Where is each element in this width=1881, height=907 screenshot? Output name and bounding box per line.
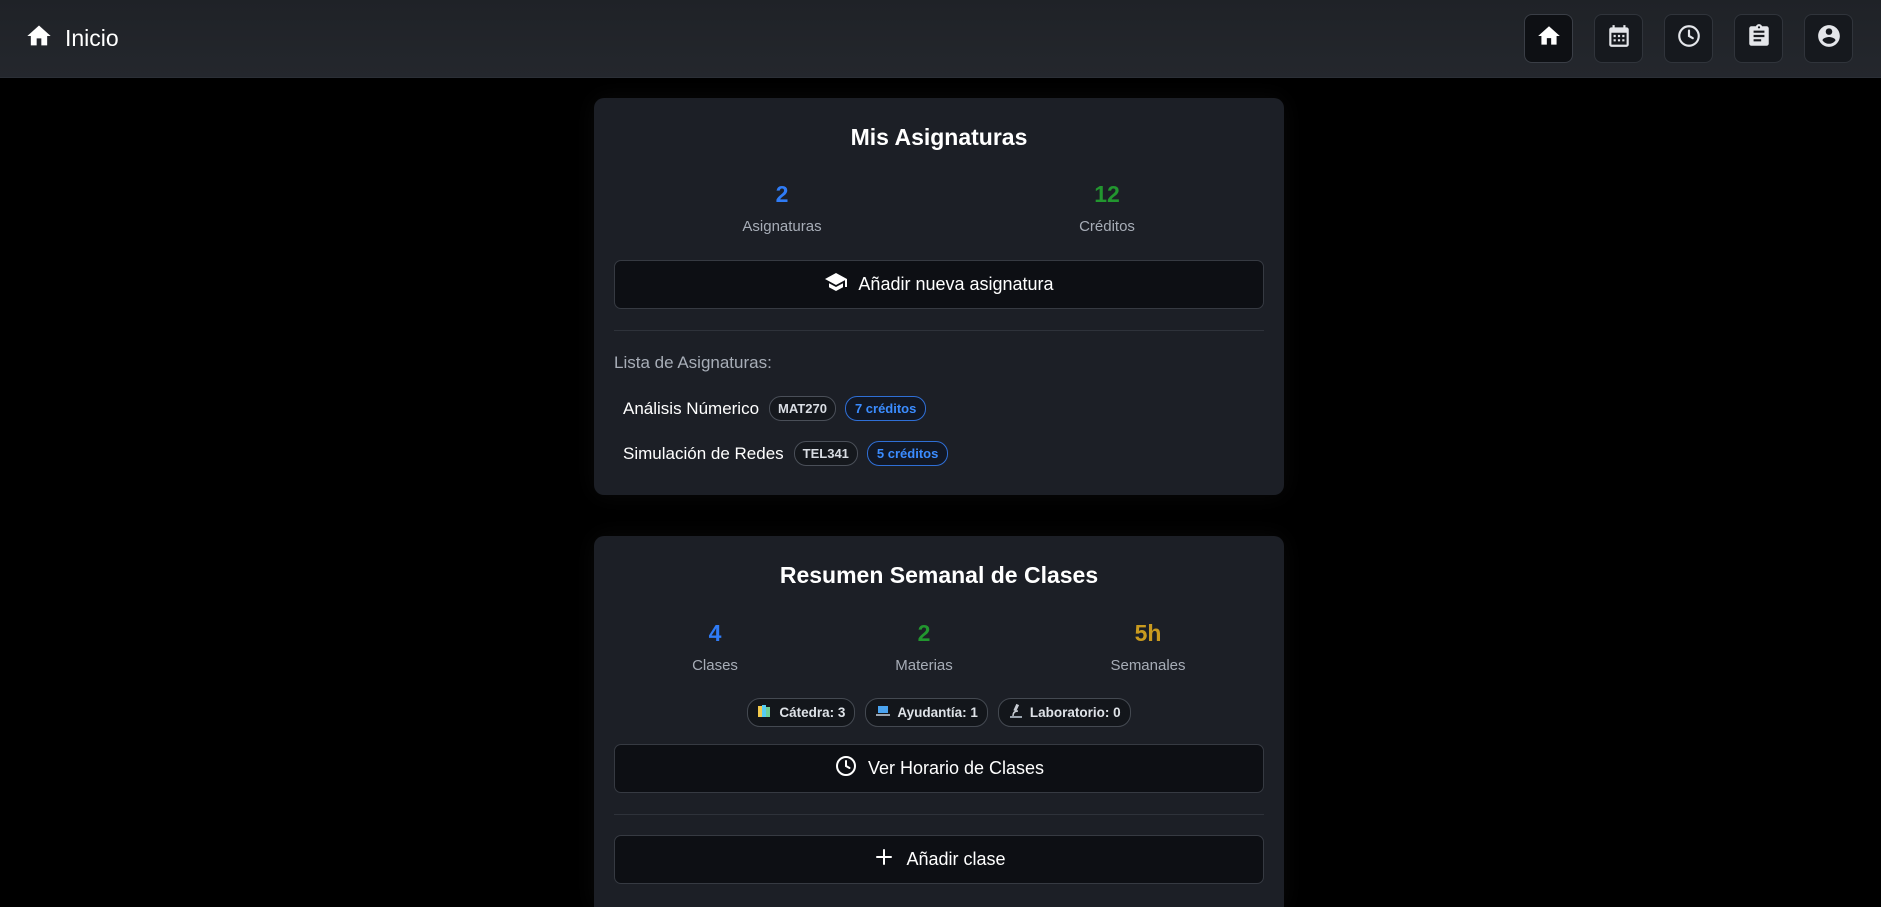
clipboard-icon [1746,23,1772,54]
view-schedule-label: Ver Horario de Clases [867,758,1045,778]
nav-home-button[interactable] [1524,14,1573,63]
stat-subjects: 2 Materias [824,620,1024,674]
weekly-summary-card: Resumen Semanal de Clases 4 Clases 2 Mat… [594,536,1284,907]
stat-value: 4 [708,620,722,646]
list-item[interactable]: Simulación de Redes TEL341 5 créditos [623,441,949,466]
stat-label: Semanales [1110,657,1186,674]
calendar-icon [1606,23,1632,54]
nav-tasks-button[interactable] [1734,14,1783,63]
stat-value: 5h [1134,620,1162,646]
nav-calendar-button[interactable] [1594,14,1643,63]
account-icon [1816,23,1842,54]
clock-icon [834,754,868,783]
credits-badge: 5 créditos [866,441,949,466]
stat-credits: 12 Créditos [1007,181,1207,235]
subject-name: Simulación de Redes [623,443,784,463]
chip-lectures: Cátedra: 3 [747,698,856,727]
plus-icon [872,845,906,874]
nav-schedule-button[interactable] [1664,14,1713,63]
stat-hours: 5h Semanales [1048,620,1248,674]
stat-classes: 4 Clases [615,620,815,674]
divider [614,330,1264,331]
stat-label: Clases [692,657,738,674]
laptop-icon [875,703,897,722]
chip-label: Cátedra: 3 [779,705,846,720]
home-icon [25,22,53,55]
class-type-chips: Cátedra: 3 Ayudantía: 1 Laboratorio: 0 [594,698,1284,727]
stat-value: 2 [775,181,789,207]
nav-profile-button[interactable] [1804,14,1853,63]
subject-code-badge: TEL341 [793,441,858,466]
subjects-card-title: Mis Asignaturas [850,124,1028,150]
top-bar: Inicio [0,0,1881,78]
add-subject-button[interactable]: Añadir nueva asignatura [614,260,1264,309]
graduation-cap-icon [824,270,858,299]
subjects-card: Mis Asignaturas 2 Asignaturas 12 Crédito… [594,98,1284,495]
add-class-button[interactable]: Añadir clase [614,835,1264,884]
divider [614,814,1264,815]
stat-label: Materias [895,657,953,674]
stat-label: Créditos [1079,218,1135,235]
list-item[interactable]: Análisis Númerico MAT270 7 créditos [623,396,927,421]
chip-label: Ayudantía: 1 [897,705,978,720]
microscope-icon [1008,703,1030,722]
page-title: Inicio [65,25,119,51]
books-icon [757,703,779,722]
stat-label: Asignaturas [742,218,822,235]
stat-value: 12 [1094,181,1120,207]
chip-label: Laboratorio: 0 [1029,705,1121,720]
credits-badge: 7 créditos [844,396,927,421]
subject-code-badge: MAT270 [769,396,836,421]
chip-tutorials: Ayudantía: 1 [865,698,988,727]
home-icon [1536,23,1562,54]
stat-subjects: 2 Asignaturas [682,181,882,235]
clock-icon [1676,23,1702,54]
chip-labs: Laboratorio: 0 [997,698,1131,727]
subject-name: Análisis Númerico [623,398,760,418]
weekly-card-title: Resumen Semanal de Clases [779,562,1099,588]
view-schedule-button[interactable]: Ver Horario de Clases [614,744,1264,793]
subjects-list-title: Lista de Asignaturas: [614,353,772,372]
stat-value: 2 [917,620,931,646]
add-subject-label: Añadir nueva asignatura [858,274,1054,294]
add-class-label: Añadir clase [906,849,1006,869]
brand[interactable]: Inicio [25,22,119,55]
